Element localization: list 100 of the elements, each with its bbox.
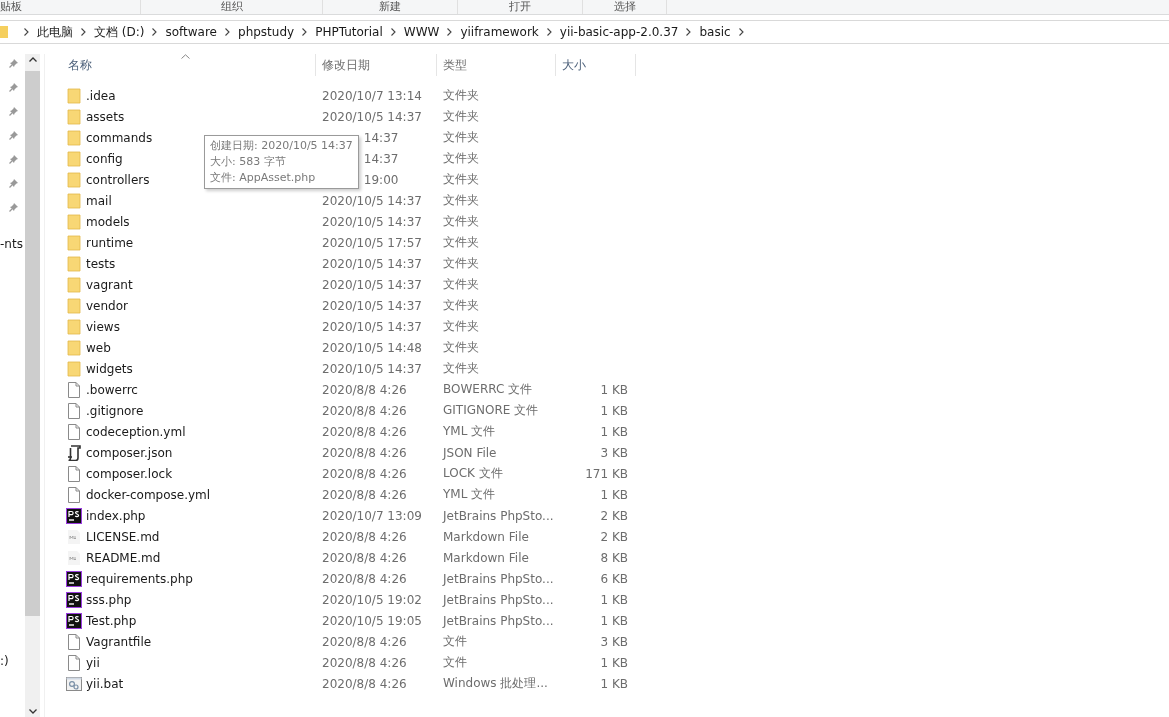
table-cell-text: 2020/10/5 14:37 xyxy=(321,214,423,229)
table-cell-text: 文件夹 xyxy=(442,339,480,356)
table-cell-text: 2020/10/5 17:57 xyxy=(321,235,423,250)
breadcrumb-item[interactable]: basic xyxy=(699,25,731,39)
folder-icon xyxy=(0,25,8,39)
table-cell-text: 2020/10/5 14:37 xyxy=(321,109,423,124)
file-name[interactable]: composer.json xyxy=(86,445,173,460)
column-header[interactable]: 名称 xyxy=(62,54,316,76)
ribbon-group-label: 组织 xyxy=(141,0,323,14)
file-name[interactable]: .idea xyxy=(86,88,116,103)
ribbon-group-label: 新建 xyxy=(323,0,458,14)
file-name[interactable]: config xyxy=(86,151,123,166)
file-name[interactable]: composer.lock xyxy=(86,466,173,481)
pin-icon[interactable] xyxy=(9,58,19,68)
file-icon xyxy=(65,423,83,440)
pin-icon[interactable] xyxy=(9,130,19,140)
file-name[interactable]: widgets xyxy=(86,361,133,376)
file-name[interactable]: README.md xyxy=(86,550,161,565)
file-name[interactable]: codeception.yml xyxy=(86,424,186,439)
folder-icon xyxy=(65,234,83,251)
file-name[interactable]: tests xyxy=(86,256,116,271)
table-cell-text: 2020/8/8 4:26 xyxy=(321,466,408,481)
table-cell: 8 KB xyxy=(600,550,628,565)
pin-icon[interactable] xyxy=(9,82,19,92)
pin-icon[interactable] xyxy=(9,106,19,116)
phpstorm-icon xyxy=(65,591,83,608)
table-cell-text: Markdown File xyxy=(442,550,530,565)
folder-icon xyxy=(65,87,83,104)
table-cell-text: 文件夹 xyxy=(442,129,480,146)
table-cell-text: 文件夹 xyxy=(442,192,480,209)
file-name[interactable]: models xyxy=(86,214,130,229)
file-name[interactable]: Test.php xyxy=(86,613,137,628)
column-header[interactable]: 修改日期 xyxy=(316,54,437,76)
file-name[interactable]: docker-compose.yml xyxy=(86,487,211,502)
table-cell-text: 2020/8/8 4:26 xyxy=(321,487,408,502)
scrollbar[interactable] xyxy=(25,54,40,717)
nav-item[interactable]: :) xyxy=(0,654,9,668)
table-cell-text: 2020/8/8 4:26 xyxy=(321,445,408,460)
file-name[interactable]: vagrant xyxy=(86,277,133,292)
scrollbar-thumb[interactable] xyxy=(25,71,40,616)
file-name[interactable]: index.php xyxy=(86,508,146,523)
table-cell-text: JetBrains PhpSto... xyxy=(441,613,555,628)
file-name[interactable]: LICENSE.md xyxy=(86,529,160,544)
file-icon xyxy=(65,381,83,398)
nav-item[interactable]: -nts xyxy=(0,237,23,251)
breadcrumb-item[interactable]: yiiframework xyxy=(460,25,539,39)
pin-icon[interactable] xyxy=(9,202,19,212)
table-cell-text: 文件 xyxy=(442,633,468,650)
breadcrumb-item[interactable]: 文档 (D:) xyxy=(94,23,145,41)
table-cell-text: 2020/8/8 4:26 xyxy=(321,382,408,397)
file-name[interactable]: runtime xyxy=(86,235,134,250)
table-cell: 171 KB xyxy=(585,466,628,481)
table-cell-text: 2020/8/8 4:26 xyxy=(321,571,408,586)
column-header[interactable]: 大小 xyxy=(556,54,636,76)
folder-icon xyxy=(65,213,83,230)
column-header[interactable]: 类型 xyxy=(437,54,556,76)
table-cell-text: 2020/10/5 19:05 xyxy=(321,613,423,628)
phpstorm-icon xyxy=(65,570,83,587)
gears-file-icon xyxy=(65,675,83,692)
table-cell-text: BOWERRC 文件 xyxy=(442,381,534,398)
breadcrumb-item[interactable]: yii-basic-app-2.0.37 xyxy=(559,25,679,39)
breadcrumb-item[interactable]: WWW xyxy=(403,25,440,39)
file-name[interactable]: Vagrantfile xyxy=(86,634,152,649)
file-name[interactable]: vendor xyxy=(86,298,128,313)
file-name[interactable]: yii xyxy=(86,655,100,670)
file-name[interactable]: web xyxy=(86,340,111,355)
table-cell: 2 KB xyxy=(600,529,628,544)
table-cell: 1 KB xyxy=(600,403,628,418)
table-cell-text: 2020/10/5 19:02 xyxy=(321,592,423,607)
breadcrumb-item[interactable]: 此电脑 xyxy=(37,23,73,41)
table-cell-text: 2020/8/8 4:26 xyxy=(321,676,408,691)
tooltip-text: 大小: 583 字节 xyxy=(210,154,287,170)
file-name[interactable]: assets xyxy=(86,109,125,124)
file-name[interactable]: requirements.php xyxy=(86,571,193,586)
file-icon xyxy=(65,654,83,671)
breadcrumb-item[interactable]: software xyxy=(165,25,217,39)
table-cell: 6 KB xyxy=(600,571,628,586)
pin-icon[interactable] xyxy=(9,178,19,188)
table-cell-text: 文件夹 xyxy=(442,234,480,251)
file-icon xyxy=(65,486,83,503)
file-name[interactable]: .gitignore xyxy=(86,403,144,418)
table-cell-text: 2020/10/5 14:37 xyxy=(321,298,423,313)
file-name[interactable]: views xyxy=(86,319,120,334)
breadcrumb-item[interactable]: PHPTutorial xyxy=(315,25,383,39)
table-cell-text: 文件夹 xyxy=(442,108,480,125)
folder-icon xyxy=(65,255,83,272)
file-name[interactable]: mail xyxy=(86,193,112,208)
file-name[interactable]: commands xyxy=(86,130,153,145)
file-name[interactable]: .bowerrc xyxy=(86,382,138,397)
breadcrumb-item[interactable]: phpstudy xyxy=(238,25,295,39)
file-icon xyxy=(65,633,83,650)
table-cell: 1 KB xyxy=(600,382,628,397)
table-cell-text: 2020/8/8 4:26 xyxy=(321,550,408,565)
file-name[interactable]: sss.php xyxy=(86,592,132,607)
file-name[interactable]: yii.bat xyxy=(86,676,124,691)
pin-icon[interactable] xyxy=(9,154,19,164)
folder-icon xyxy=(65,276,83,293)
file-name[interactable]: controllers xyxy=(86,172,150,187)
table-cell-text: JSON File xyxy=(441,445,498,460)
table-cell-text: 2020/10/5 14:37 xyxy=(321,256,423,271)
